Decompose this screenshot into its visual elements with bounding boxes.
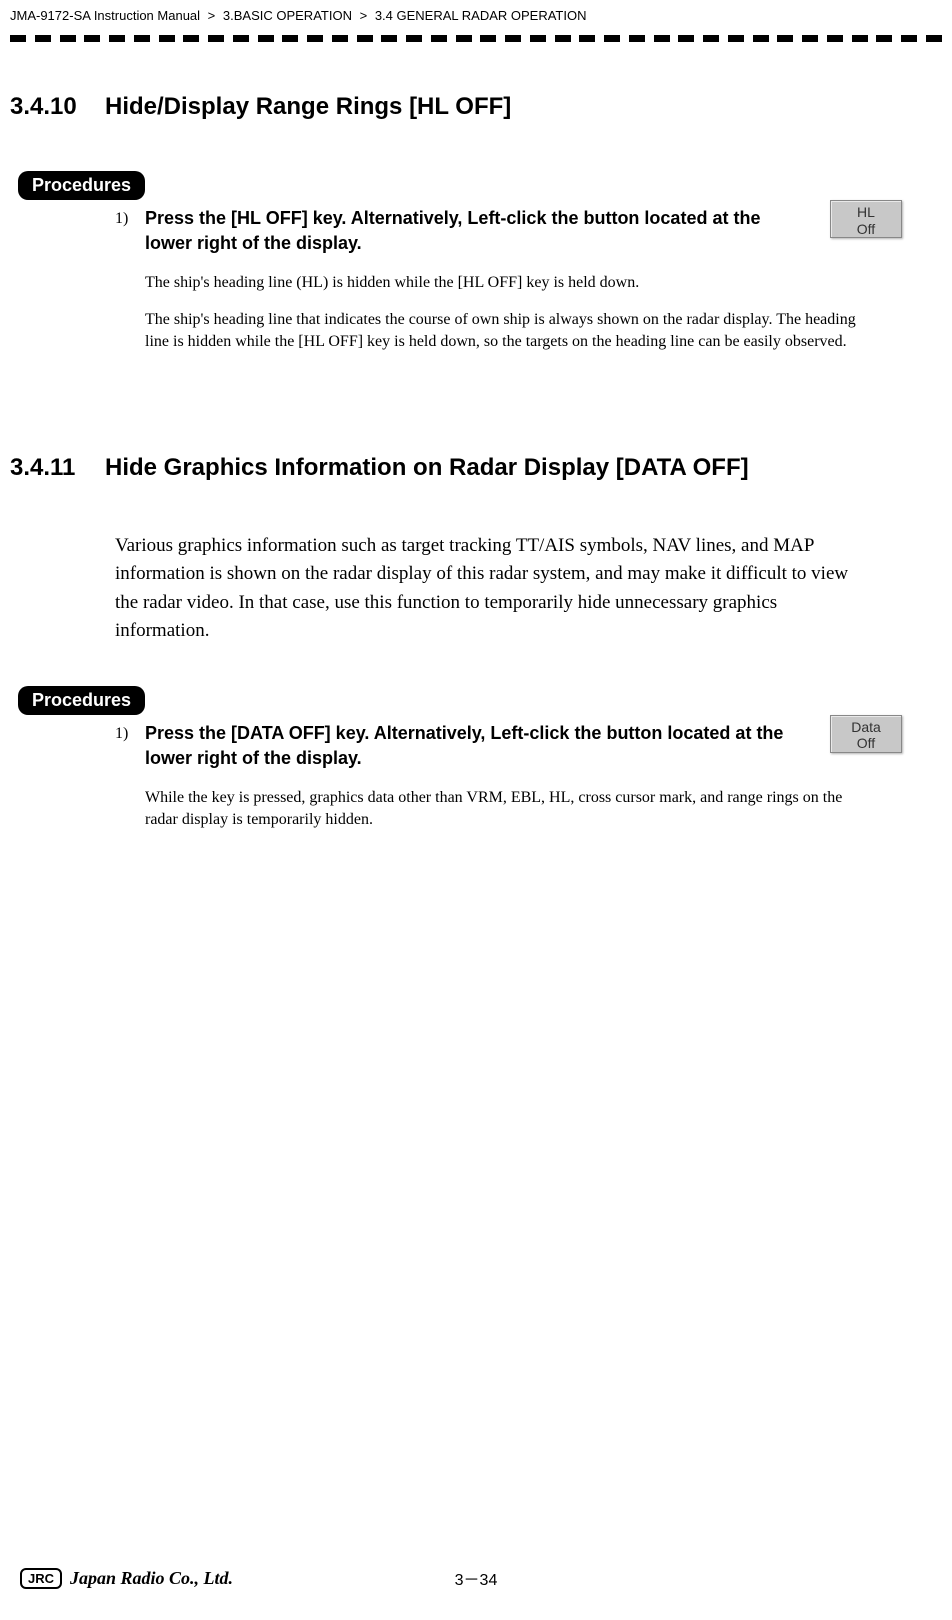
breadcrumb-sep: >	[360, 8, 368, 23]
section-heading-3-4-11: 3.4.11 Hide Graphics Information on Rada…	[10, 454, 912, 482]
step-body: The ship's heading line (HL) is hidden w…	[10, 272, 912, 353]
breadcrumb: JMA-9172-SA Instruction Manual > 3.BASIC…	[0, 0, 952, 35]
breadcrumb-sep: >	[208, 8, 216, 23]
breadcrumb-chapter: 3.BASIC OPERATION	[223, 8, 352, 23]
breadcrumb-manual: JMA-9172-SA Instruction Manual	[10, 8, 200, 23]
step-number: 1)	[115, 721, 145, 771]
step-1-data-off: 1) Press the [DATA OFF] key. Alternative…	[10, 721, 912, 771]
step-1-hl-off: 1) Press the [HL OFF] key. Alternatively…	[10, 206, 912, 256]
section-title: Hide Graphics Information on Radar Displ…	[105, 454, 749, 482]
step-body-text: The ship's heading line (HL) is hidden w…	[145, 272, 872, 294]
procedures-label: Procedures	[18, 171, 145, 200]
jrc-logo-box: JRC	[20, 1568, 62, 1589]
section-heading-3-4-10: 3.4.10 Hide/Display Range Rings [HL OFF]	[10, 93, 912, 121]
page-number: 3－34	[455, 1566, 498, 1590]
hl-off-button[interactable]: HL Off	[830, 200, 902, 238]
data-off-button[interactable]: Data Off	[830, 715, 902, 753]
footer-logo: JRC Japan Radio Co., Ltd.	[20, 1568, 233, 1589]
step-body-text: While the key is pressed, graphics data …	[145, 787, 872, 832]
page-footer: JRC Japan Radio Co., Ltd. 3－34	[0, 1566, 952, 1590]
step-body-text: The ship's heading line that indicates t…	[145, 309, 872, 354]
section-number: 3.4.11	[10, 454, 105, 482]
step-heading: Press the [HL OFF] key. Alternatively, L…	[145, 206, 912, 256]
procedures-label: Procedures	[18, 686, 145, 715]
section-intro-text: Various graphics information such as tar…	[10, 532, 912, 646]
section-title: Hide/Display Range Rings [HL OFF]	[105, 93, 511, 121]
divider-dashes	[0, 35, 952, 45]
step-body: While the key is pressed, graphics data …	[10, 787, 912, 832]
step-number: 1)	[115, 206, 145, 256]
step-heading: Press the [DATA OFF] key. Alternatively,…	[145, 721, 912, 771]
section-number: 3.4.10	[10, 93, 105, 121]
company-name: Japan Radio Co., Ltd.	[70, 1568, 233, 1589]
breadcrumb-section: 3.4 GENERAL RADAR OPERATION	[375, 8, 587, 23]
